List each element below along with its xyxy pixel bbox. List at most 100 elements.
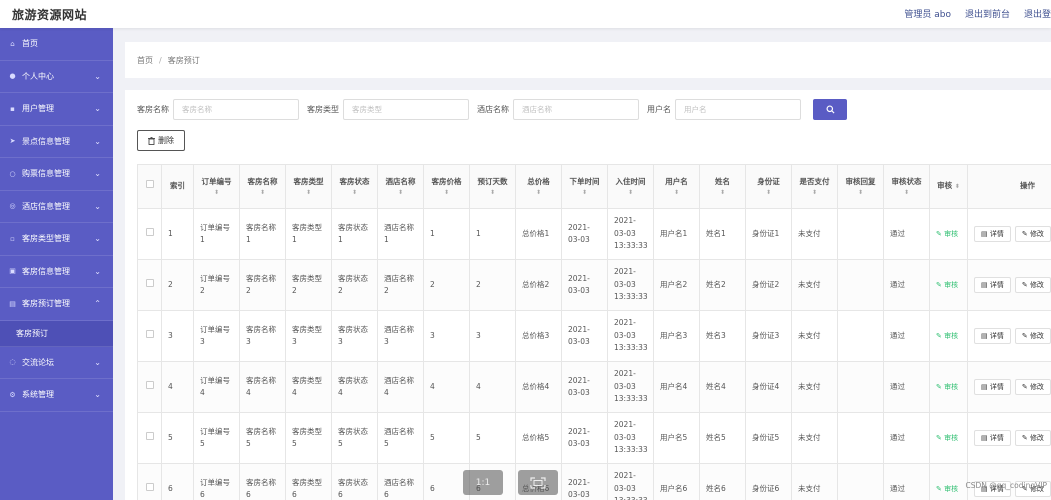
sidebar-item-label: 景点信息管理 (22, 136, 70, 146)
row-checkbox[interactable] (137, 463, 162, 500)
cell-index: 6 (161, 463, 194, 500)
cell-room-status: 客房状态4 (331, 361, 378, 413)
edit-button[interactable]: ✎ 修改 (1014, 226, 1051, 242)
edit-button[interactable]: ✎ 修改 (1014, 379, 1051, 395)
table-row: 5 订单编号5 客房名称5 客房类型5 客房状态5 酒店名称5 5 5 总价格5 2021-03-… (137, 412, 1051, 464)
sidebar-item-rooms[interactable]: ▣ 客房信息管理 ⌄ (0, 256, 113, 288)
col-header-paid[interactable]: 是否支付 ⬍ (791, 164, 838, 209)
cell-room-name: 客房名称2 (239, 259, 286, 311)
detail-button[interactable]: ▤ 详情 (974, 430, 1011, 446)
row-checkbox[interactable] (137, 361, 162, 413)
col-header-room-type[interactable]: 客房类型 ⬍ (285, 164, 332, 209)
cell-username: 用户名2 (653, 259, 700, 311)
col-header-hotel-name[interactable]: 酒店名称 ⬍ (377, 164, 424, 209)
settings-icon: ⚙ (9, 390, 16, 399)
row-checkbox[interactable] (137, 259, 162, 311)
col-header-order-no[interactable]: 订单编号 ⬍ (193, 164, 240, 209)
row-checkbox[interactable] (137, 412, 162, 464)
back-to-front-link[interactable]: 退出到前台 (965, 7, 1010, 20)
username-label: 用户名 (647, 104, 671, 114)
col-header-order-time[interactable]: 下单时间 ⬍ (561, 164, 608, 209)
cell-days: 2 (469, 259, 516, 311)
audit-link[interactable]: ✎ 审核 (929, 259, 968, 311)
sort-icon: ⬍ (765, 188, 772, 196)
sidebar-item-forum[interactable]: ◌ 交流论坛 ⌄ (0, 347, 113, 379)
cell-checkin-time: 2021-03-03 13:33:33 (607, 310, 654, 362)
username-input[interactable]: 用户名 (675, 98, 801, 120)
audit-link[interactable]: ✎ 审核 (929, 463, 968, 500)
col-header-id-card[interactable]: 身份证 ⬍ (745, 164, 792, 209)
row-actions: ▤ 详情 ✎ 修改 (967, 412, 1051, 464)
cell-hotel-name: 酒店名称2 (377, 259, 424, 311)
row-checkbox[interactable] (137, 208, 162, 260)
fit-screen-button[interactable] (518, 470, 558, 495)
audit-link[interactable]: ✎ 审核 (929, 208, 968, 260)
detail-button[interactable]: ▤ 详情 (974, 328, 1011, 344)
col-header-name[interactable]: 姓名 ⬍ (699, 164, 746, 209)
col-header-index[interactable]: 索引 (161, 164, 194, 209)
cell-room-status: 客房状态6 (331, 463, 378, 500)
sidebar-item-label: 客房信息管理 (22, 266, 70, 276)
search-button[interactable] (813, 98, 847, 120)
breadcrumb-separator: / (159, 55, 162, 65)
col-header-username[interactable]: 用户名 ⬍ (653, 164, 700, 209)
cell-room-name: 客房名称3 (239, 310, 286, 362)
table-body: 1 订单编号1 客房名称1 客房类型1 客房状态1 酒店名称1 1 1 总价格1 2021-03-… (137, 208, 1051, 500)
sort-icon: ⬍ (581, 188, 588, 196)
detail-button[interactable]: ▤ 详情 (974, 277, 1011, 293)
cell-order-no: 订单编号4 (193, 361, 240, 413)
col-header-audit-status[interactable]: 审核状态 ⬍ (883, 164, 930, 209)
sort-icon: ⬍ (259, 188, 266, 196)
zoom-label: 1:1 (475, 477, 491, 488)
sidebar-item-tickets[interactable]: ○ 购票信息管理 ⌄ (0, 158, 113, 191)
logout-link[interactable]: 退出登 (1024, 7, 1051, 20)
audit-link[interactable]: ✎ 审核 (929, 361, 968, 413)
audit-link[interactable]: ✎ 审核 (929, 310, 968, 362)
sidebar-item-room-types[interactable]: ▫ 客房类型管理 ⌄ (0, 223, 113, 256)
col-header-checkin-time[interactable]: 入住时间 ⬍ (607, 164, 654, 209)
cell-days: 1 (469, 208, 516, 260)
cell-id-card: 身份证4 (745, 361, 792, 413)
sidebar-item-users[interactable]: ▪ 用户管理 ⌄ (0, 93, 113, 126)
row-checkbox[interactable] (137, 310, 162, 362)
hotel-name-input[interactable]: 酒店名称 (513, 98, 639, 120)
detail-button[interactable]: ▤ 详情 (974, 379, 1011, 395)
col-header-audit[interactable]: 审核 ⬍ (929, 164, 968, 209)
detail-button[interactable]: ▤ 详情 (974, 226, 1011, 242)
room-type-input[interactable]: 客房类型 (343, 98, 469, 120)
select-all-checkbox[interactable] (137, 164, 162, 209)
sidebar-item-bookings[interactable]: ▤ 客房预订管理 ⌃ (0, 288, 113, 321)
room-name-input[interactable]: 客房名称 (173, 98, 299, 120)
edit-button[interactable]: ✎ 修改 (1014, 430, 1051, 446)
top-nav: 管理员 abo 退出到前台 退出登 (904, 7, 1051, 20)
sidebar-item-scenic[interactable]: ➤ 景点信息管理 ⌄ (0, 126, 113, 158)
sidebar-item-home[interactable]: ⌂ 首页 (0, 28, 113, 61)
col-header-reply[interactable]: 审核回复 ⬍ (837, 164, 884, 209)
delete-button[interactable]: 删除 (137, 130, 185, 151)
col-header-price[interactable]: 客房价格 ⬍ (423, 164, 470, 209)
sort-icon: ⬍ (719, 188, 726, 196)
cell-order-time: 2021-03-03 (561, 412, 608, 464)
watermark: CSDN @qq_codingVIP (965, 481, 1047, 490)
sidebar-item-personal[interactable]: ● 个人中心 ⌄ (0, 61, 113, 93)
cell-name: 姓名5 (699, 412, 746, 464)
table-row: 1 订单编号1 客房名称1 客房类型1 客房状态1 酒店名称1 1 1 总价格1 2021-03-… (137, 208, 1051, 260)
audit-link[interactable]: ✎ 审核 (929, 412, 968, 464)
table-row: 6订单编号6客房名称6客房类型6客房状态6酒店名称666总价格62021-03-… (137, 463, 1051, 500)
zoom-reset-button[interactable]: 1:1 (463, 470, 503, 495)
edit-button[interactable]: ✎ 修改 (1014, 328, 1051, 344)
col-header-days[interactable]: 预订天数 ⬍ (469, 164, 516, 209)
sidebar-subitem-room-booking[interactable]: 客房预订 (0, 320, 113, 347)
cell-room-type: 客房类型2 (285, 259, 332, 311)
col-header-room-name[interactable]: 客房名称 ⬍ (239, 164, 286, 209)
col-header-room-status[interactable]: 客房状态 ⬍ (331, 164, 378, 209)
sidebar-item-system[interactable]: ⚙ 系统管理 ⌄ (0, 379, 113, 412)
room-name-label: 客房名称 (137, 104, 169, 114)
col-header-total[interactable]: 总价格 ⬍ (515, 164, 562, 209)
sidebar-item-hotels[interactable]: ◎ 酒店信息管理 ⌄ (0, 191, 113, 223)
content-panel: 客房名称 客房名称 客房类型 客房类型 酒店名称 酒店名称 用户名 用户名 删除 (125, 90, 1051, 500)
edit-button[interactable]: ✎ 修改 (1014, 277, 1051, 293)
breadcrumb-home[interactable]: 首页 (137, 55, 153, 66)
admin-label[interactable]: 管理员 abo (904, 7, 951, 20)
cell-order-no: 订单编号2 (193, 259, 240, 311)
